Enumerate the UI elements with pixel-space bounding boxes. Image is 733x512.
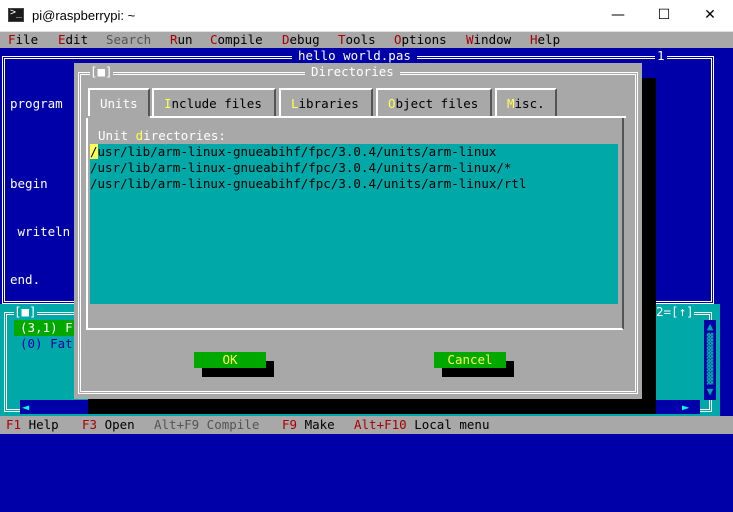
scroll-right-arrow-icon[interactable]: ►	[682, 400, 689, 414]
terminal-icon	[8, 7, 24, 22]
menu-run[interactable]: Run	[170, 32, 193, 48]
menu-search[interactable]: Search	[106, 32, 151, 48]
editor-title: hello world.pas	[292, 48, 417, 64]
cancel-button[interactable]: Cancel	[434, 352, 506, 368]
status-open[interactable]: F3 Open	[82, 417, 135, 433]
message-line[interactable]: (0) Fat	[20, 336, 73, 352]
status-local-menu[interactable]: Alt+F10 Local menu	[354, 417, 489, 433]
tab-object-files[interactable]: Object files	[376, 88, 492, 116]
dialog-title: Directories	[305, 64, 400, 80]
menu-bar: File Edit Search Run Compile Debug Tools…	[0, 32, 733, 48]
directory-row[interactable]: /usr/lib/arm-linux-gnueabihf/fpc/3.0.4/u…	[90, 160, 511, 176]
messages-vertical-scrollbar[interactable]: ▲ ▓ ▓ ▓ ▓ ▼	[704, 320, 716, 400]
menu-debug[interactable]: Debug	[282, 32, 320, 48]
scroll-left-arrow-icon[interactable]: ◄	[22, 400, 29, 414]
menu-edit[interactable]: Edit	[58, 32, 88, 48]
directory-row[interactable]: /usr/lib/arm-linux-gnueabihf/fpc/3.0.4/u…	[90, 144, 496, 160]
menu-compile[interactable]: Compile	[210, 32, 263, 48]
dialog-close-icon[interactable]: [■]	[90, 64, 113, 80]
status-bar: F1 Help F3 Open Alt+F9 Compile F9 Make A…	[0, 416, 733, 434]
tab-libraries[interactable]: Libraries	[279, 88, 373, 116]
terminal-scrollbar[interactable]	[720, 48, 733, 418]
code-line: program	[10, 96, 63, 111]
text-cursor: /	[90, 144, 98, 159]
directory-row[interactable]: /usr/lib/arm-linux-gnueabihf/fpc/3.0.4/u…	[90, 176, 527, 192]
code-line: begin	[10, 176, 48, 191]
menu-options[interactable]: Options	[394, 32, 447, 48]
window-title-bar: pi@raspberrypi: ~ — ☐ ✕	[0, 0, 733, 32]
close-window-button[interactable]: ✕	[687, 0, 733, 32]
directory-path: usr/lib/arm-linux-gnueabihf/fpc/3.0.4/un…	[97, 144, 497, 159]
ok-button[interactable]: OK	[194, 352, 266, 368]
tab-misc[interactable]: Misc.	[495, 88, 557, 116]
status-help[interactable]: F1 Help	[6, 417, 59, 433]
messages-zoom-control[interactable]: 2=[↑]	[656, 304, 694, 320]
code-line: writeln	[10, 224, 71, 239]
maximize-button[interactable]: ☐	[641, 0, 687, 32]
menu-file[interactable]: File	[8, 32, 38, 48]
unit-directories-label: Unit directories:	[98, 128, 226, 143]
menu-window[interactable]: Window	[466, 32, 511, 48]
unit-directories-input[interactable]: /usr/lib/arm-linux-gnueabihf/fpc/3.0.4/u…	[90, 144, 618, 304]
code-area[interactable]: program begin writeln end.	[10, 64, 70, 304]
tab-include-files[interactable]: Include files	[152, 88, 276, 116]
tab-units[interactable]: Units	[88, 88, 150, 116]
window-title: pi@raspberrypi: ~	[32, 8, 136, 23]
menu-help[interactable]: Help	[530, 32, 560, 48]
messages-close-icon[interactable]: [■]	[14, 304, 37, 320]
editor-window-number: 1	[655, 48, 667, 64]
menu-tools[interactable]: Tools	[338, 32, 376, 48]
status-compile[interactable]: Alt+F9 Compile	[154, 417, 259, 433]
code-line: end.	[10, 272, 41, 287]
status-make[interactable]: F9 Make	[282, 417, 335, 433]
minimize-button[interactable]: —	[595, 0, 641, 32]
